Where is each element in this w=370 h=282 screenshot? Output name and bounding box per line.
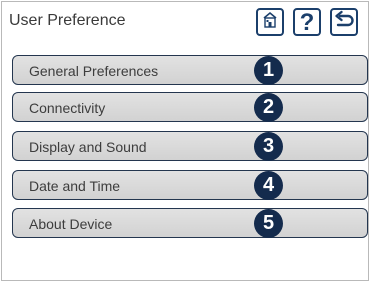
- menu-item-label: Date and Time: [29, 178, 121, 194]
- home-button[interactable]: [256, 8, 284, 36]
- help-icon: ?: [299, 8, 315, 36]
- number-badge: 4: [254, 171, 283, 200]
- number-badge: 3: [254, 132, 283, 161]
- menu-item-display-and-sound[interactable]: Display and Sound 3: [12, 131, 368, 161]
- number-badge: 2: [254, 93, 283, 122]
- page-title: User Preference: [9, 12, 126, 29]
- menu-item-general-preferences[interactable]: General Preferences 1: [12, 55, 368, 85]
- menu-item-label: About Device: [29, 216, 113, 232]
- menu-item-label: Connectivity: [29, 100, 106, 116]
- menu-item-connectivity[interactable]: Connectivity 2: [12, 92, 368, 122]
- menu-item-about-device[interactable]: About Device 5: [12, 208, 368, 238]
- back-button[interactable]: [330, 8, 358, 36]
- menu-item-date-and-time[interactable]: Date and Time 4: [12, 170, 368, 200]
- home-icon: [260, 10, 280, 35]
- number-badge: 5: [254, 209, 283, 238]
- user-preference-screen: User Preference ? General Preferences 1 …: [1, 1, 369, 281]
- menu-item-label: Display and Sound: [29, 139, 147, 155]
- number-badge: 1: [254, 56, 283, 85]
- header-bar: User Preference ?: [2, 2, 368, 42]
- menu-item-label: General Preferences: [29, 63, 159, 79]
- back-arrow-icon: [333, 10, 355, 35]
- help-button[interactable]: ?: [293, 8, 321, 36]
